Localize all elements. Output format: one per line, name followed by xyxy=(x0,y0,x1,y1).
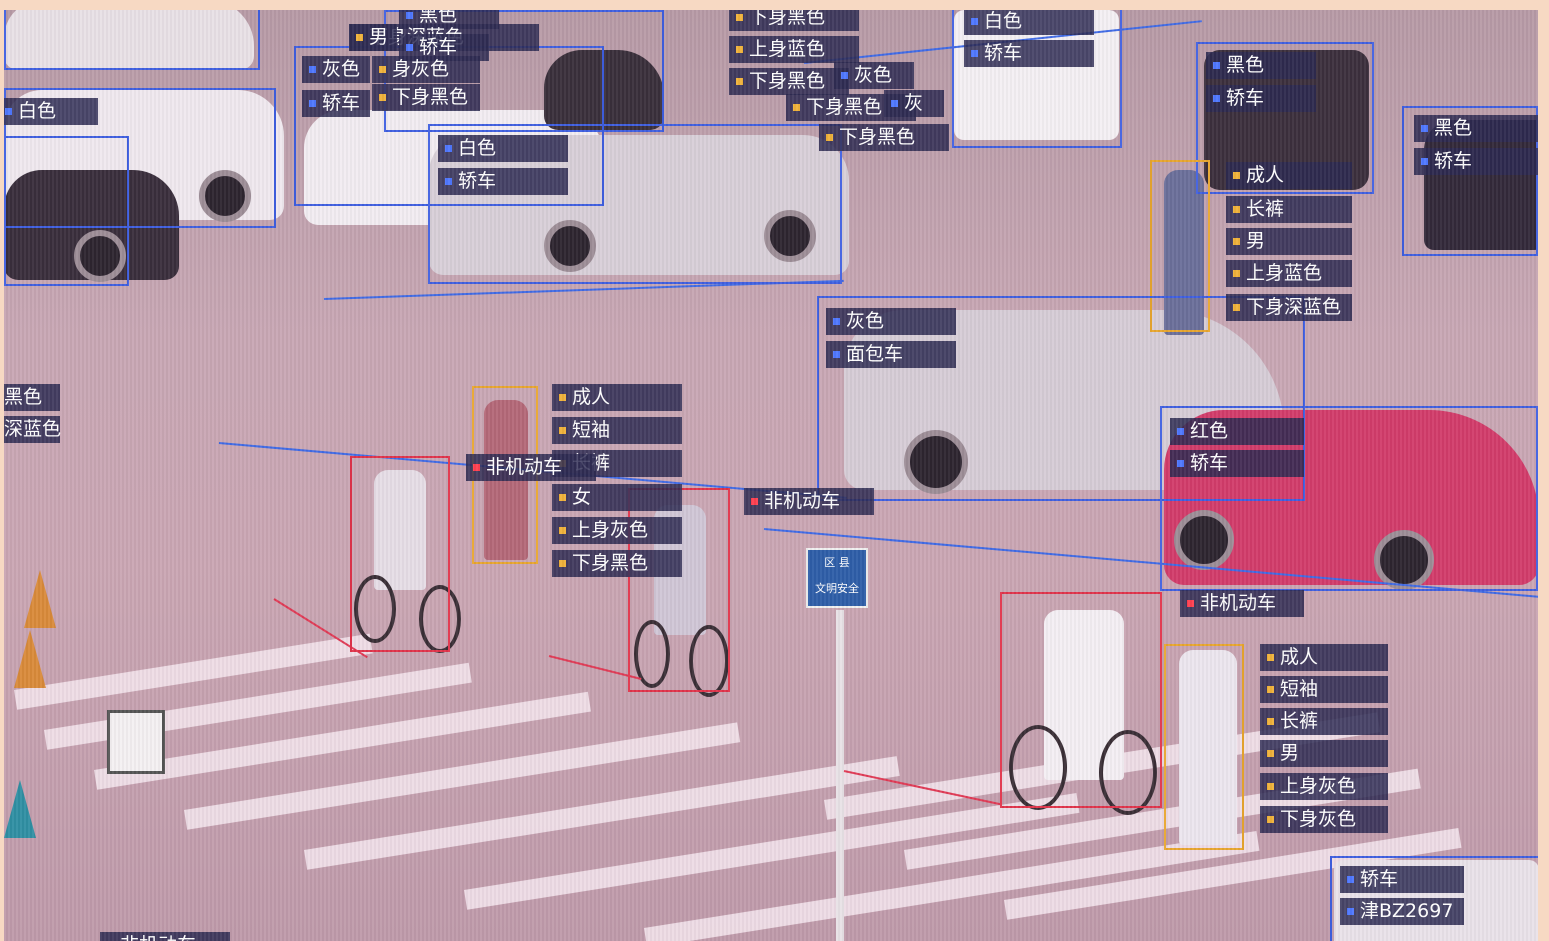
label-type: 轿车 xyxy=(1170,450,1304,477)
label-gender: 男 xyxy=(349,24,397,51)
label-color: 黑色 xyxy=(1206,52,1316,79)
label-lower-color: 下身黑色 xyxy=(372,84,480,111)
label-type: 轿车 xyxy=(1414,148,1538,175)
label-gender: 女 xyxy=(552,484,682,511)
label-sleeve: 短袖 xyxy=(1260,676,1388,703)
label-color: 白色 xyxy=(4,98,98,125)
label-upper-color: 上身蓝色 xyxy=(729,36,859,63)
label-non-motor-vehicle: 非机动车 xyxy=(100,932,230,941)
label-color: 灰 xyxy=(884,90,944,117)
label-color: 黑色 xyxy=(4,384,60,411)
label-upper-color: 上身蓝色 xyxy=(1226,260,1352,287)
bbox-car[interactable] xyxy=(4,136,129,286)
label-age: 成人 xyxy=(1226,162,1352,189)
label-lower-color: 下身灰色 xyxy=(1260,806,1388,833)
street-sign: 区 县 文明安全 xyxy=(806,548,868,608)
label-lower-color: 下身黑色 xyxy=(552,550,682,577)
bbox-car[interactable] xyxy=(4,10,260,70)
label-upper-color: 上身灰色 xyxy=(1260,773,1388,800)
label-non-motor-vehicle: 非机动车 xyxy=(744,488,874,515)
label-type: 面包车 xyxy=(826,341,956,368)
label-lower-wear: 长裤 xyxy=(1226,196,1352,223)
label-color: 白色 xyxy=(438,135,568,162)
label-color: 灰色 xyxy=(302,56,370,83)
label-non-motor-vehicle: 非机动车 xyxy=(1180,590,1304,617)
label-lower-wear: 长裤 xyxy=(1260,708,1388,735)
street-sign-line2: 文明安全 xyxy=(815,582,859,595)
warning-sign-board xyxy=(107,710,165,774)
label-color: 白色 xyxy=(964,10,1094,35)
label-color: 灰色 xyxy=(834,62,914,89)
label-color: 灰色 xyxy=(826,308,956,335)
label-non-motor-vehicle: 非机动车 xyxy=(466,454,596,481)
label-color: 红色 xyxy=(1170,418,1304,445)
bbox-person[interactable] xyxy=(1164,644,1244,850)
label-gender: 男 xyxy=(1226,228,1352,255)
label-lower-color: 下身黑色 xyxy=(729,10,859,31)
surveillance-camera-view: 区 县 文明安全 黑色 下身深蓝色 xyxy=(4,10,1538,941)
label-upper-color: 身灰色 xyxy=(372,56,480,83)
street-sign-post xyxy=(836,610,844,941)
label-color: 黑色 xyxy=(1414,115,1538,142)
label-type: 轿车 xyxy=(438,168,568,195)
bbox-cyclist[interactable] xyxy=(1000,592,1162,808)
label-type: 轿车 xyxy=(1340,866,1464,893)
label-lower-color: 下身黑色 xyxy=(819,124,949,151)
label-age: 成人 xyxy=(552,384,682,411)
street-sign-line1: 区 县 xyxy=(824,556,850,569)
label-lower-color: 深蓝色 xyxy=(4,416,61,443)
label-plate: 津BZ2697 xyxy=(1340,898,1464,925)
label-type: 轿车 xyxy=(1206,85,1316,112)
label-sleeve: 短袖 xyxy=(552,417,682,444)
label-age: 成人 xyxy=(1260,644,1388,671)
bbox-cyclist[interactable] xyxy=(350,456,450,652)
label-lower-color: 下身黑色 xyxy=(729,68,849,95)
label-type: 轿车 xyxy=(302,90,370,117)
label-gender: 男 xyxy=(1260,740,1388,767)
label-type: 轿车 xyxy=(964,40,1094,67)
label-upper-color: 上身灰色 xyxy=(552,517,682,544)
label-lower-color: 下身深蓝色 xyxy=(1226,294,1352,321)
